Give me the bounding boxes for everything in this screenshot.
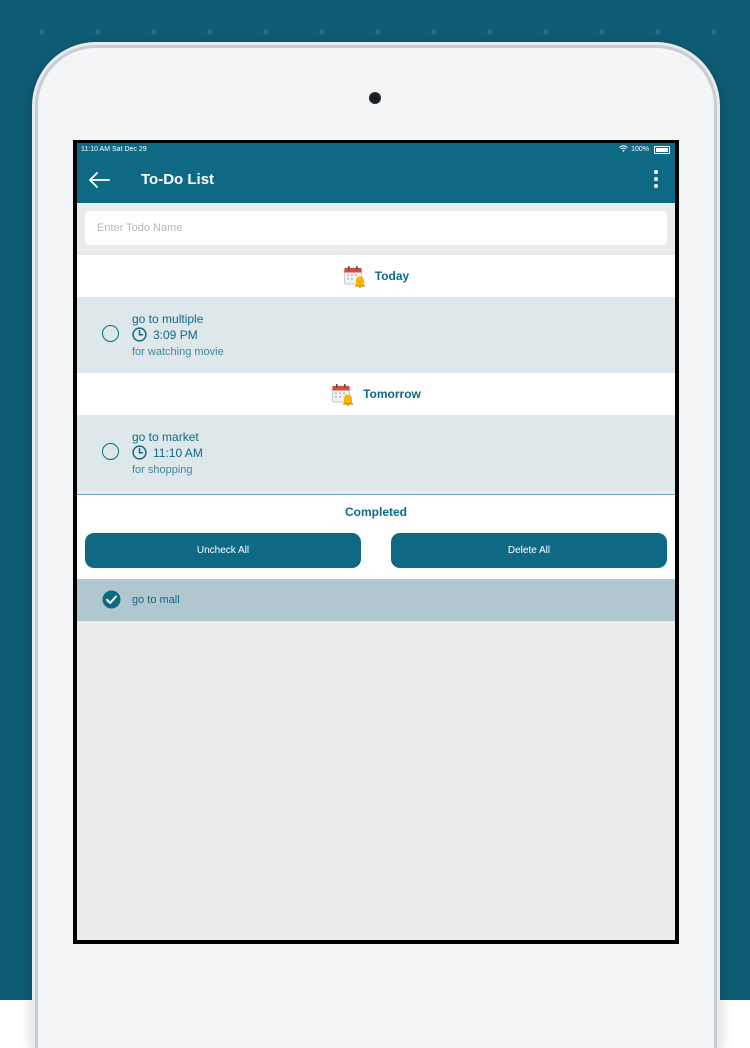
item-name: go to market [132,430,199,444]
status-bar: 11:10 AM Sat Dec 29 100% [77,143,675,157]
app-bar: To-Do List [77,157,675,203]
status-right: 100% [619,143,670,157]
unchecked-circle-icon[interactable] [102,325,119,342]
item-time: 11:10 AM [153,445,203,460]
uncheck-all-button[interactable]: Uncheck All [85,533,361,568]
completed-item-name: go to mall [132,594,180,606]
unchecked-circle-icon[interactable] [102,443,119,460]
list-item[interactable]: go to multiple 3:09 PM for watching movi… [77,297,675,373]
check-circle-icon[interactable] [102,590,121,609]
section-header-today: Today [77,255,675,297]
wifi-icon [619,143,628,157]
more-vertical-icon[interactable] [653,170,659,190]
todo-name-input[interactable] [85,211,667,245]
clock-icon [132,445,147,460]
list-item[interactable]: go to market 11:10 AM for shopping [77,415,675,491]
section-header-tomorrow: Tomorrow [77,373,675,415]
page-title: To-Do List [141,171,215,188]
section-label-today: Today [374,269,410,283]
item-time-row: 11:10 AM [132,445,203,460]
camera-icon [369,92,381,104]
item-time: 3:09 PM [153,327,198,342]
item-description: for shopping [132,464,193,476]
completed-title: Completed [344,505,407,519]
item-time-row: 3:09 PM [132,327,198,342]
battery-icon [654,146,670,154]
completed-list-item[interactable]: go to mall [77,579,675,621]
back-arrow-icon[interactable] [87,169,111,191]
completed-section: Completed Uncheck All Delete All [77,495,675,579]
clock-icon [132,327,147,342]
status-time-date: 11:10 AM Sat Dec 29 [81,146,147,153]
calendar-bell-icon [343,264,367,289]
item-description: for watching movie [132,346,224,358]
search-bar [77,203,675,255]
screen: 11:10 AM Sat Dec 29 100% To-Do List Ente… [73,140,679,944]
item-name: go to multiple [132,312,204,326]
calendar-bell-icon [331,382,355,407]
section-label-tomorrow: Tomorrow [363,387,421,401]
battery-percent: 100% [631,146,649,153]
delete-all-button[interactable]: Delete All [391,533,667,568]
app-screen: 11:10 AM Sat Dec 29 100% To-Do List Ente… [77,143,675,940]
